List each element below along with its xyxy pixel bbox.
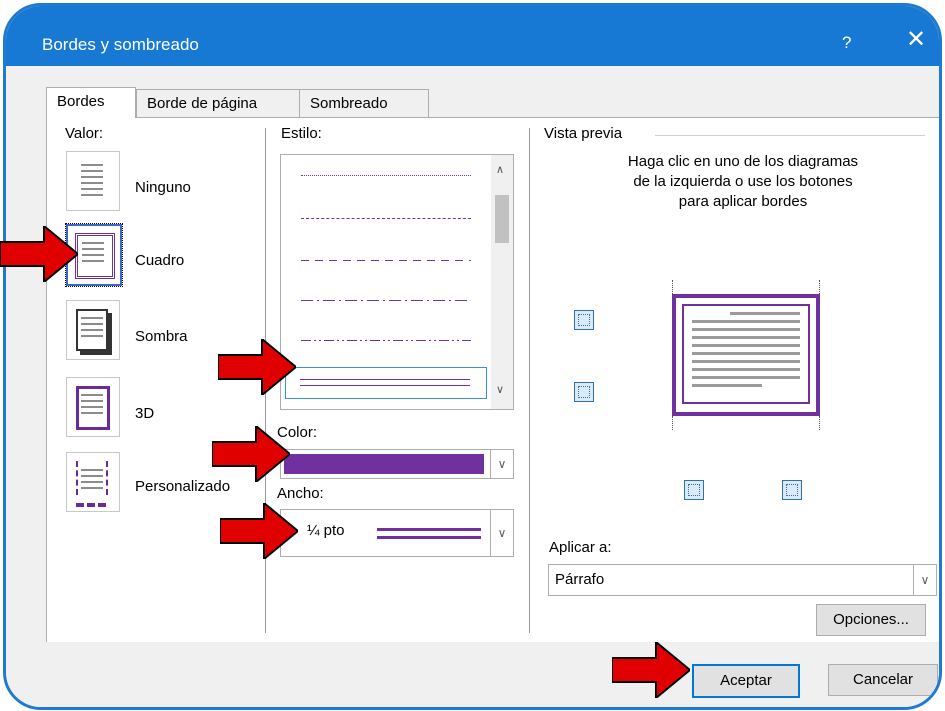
right-border-button[interactable]: [782, 480, 802, 500]
apply-to-value: Párrafo: [555, 571, 605, 588]
cancel-button[interactable]: Cancelar: [828, 664, 938, 696]
tab-borde-de-pagina[interactable]: Borde de página: [136, 89, 300, 117]
setting-personalizado-icon[interactable]: [66, 452, 120, 512]
red-arrow-color: [212, 426, 290, 482]
setting-3d-label[interactable]: 3D: [135, 405, 154, 422]
color-swatch: [284, 454, 484, 474]
width-label: Ancho:: [277, 485, 324, 502]
scroll-up-icon[interactable]: ∧: [496, 163, 504, 176]
apply-to-chevron-down-icon[interactable]: ∨: [913, 565, 936, 595]
style-list[interactable]: ∧ ∨: [280, 154, 514, 410]
width-value: ¼ pto: [307, 522, 345, 539]
tab-sombreado[interactable]: Sombreado: [299, 89, 429, 117]
preview-rule: [655, 135, 925, 136]
setting-sombra-icon[interactable]: [66, 300, 120, 360]
apply-to-label: Aplicar a:: [549, 539, 612, 556]
title-bar: Bordes y sombreado ? ✕: [6, 6, 939, 66]
style-item-dashed[interactable]: [301, 260, 471, 261]
setting-label: Valor:: [65, 125, 104, 142]
style-label: Estilo:: [281, 125, 322, 142]
style-item-dash-dot[interactable]: [301, 300, 471, 301]
bottom-border-button[interactable]: [574, 382, 594, 402]
setting-sombra-label[interactable]: Sombra: [135, 328, 188, 345]
style-item-double[interactable]: [285, 367, 487, 399]
width-chevron-down-icon[interactable]: ∨: [490, 510, 513, 556]
scroll-down-icon[interactable]: ∨: [496, 383, 504, 396]
width-dropdown[interactable]: ¼ pto ∨: [280, 509, 514, 557]
close-button[interactable]: ✕: [906, 28, 926, 52]
dialog-footer: Aceptar Cancelar: [6, 642, 939, 707]
color-chevron-down-icon[interactable]: ∨: [490, 450, 513, 478]
dialog-title: Bordes y sombreado: [42, 35, 199, 54]
setting-ninguno-label[interactable]: Ninguno: [135, 179, 191, 196]
setting-cuadro-label[interactable]: Cuadro: [135, 252, 184, 269]
scroll-thumb[interactable]: [495, 195, 509, 243]
ok-button[interactable]: Aceptar: [692, 664, 800, 698]
style-item-dash-dot-dot[interactable]: [301, 340, 471, 341]
left-border-button[interactable]: [684, 480, 704, 500]
tab-bordes[interactable]: Bordes: [46, 87, 136, 118]
width-line-sample: [377, 528, 481, 539]
top-border-button[interactable]: [574, 310, 594, 330]
preview-label: Vista previa: [544, 125, 623, 142]
style-item-dotted[interactable]: [301, 175, 471, 176]
style-list-scrollbar[interactable]: ∧ ∨: [491, 155, 513, 409]
dialog-window: Bordes y sombreado ? ✕ Bordes Borde de p…: [3, 3, 942, 710]
options-button[interactable]: Opciones...: [816, 604, 926, 636]
color-dropdown[interactable]: ∨: [280, 449, 514, 479]
red-arrow-width: [220, 503, 298, 559]
red-arrow-ok: [612, 642, 690, 698]
red-arrow-style: [218, 339, 296, 395]
preview-area[interactable]: [672, 280, 820, 430]
preview-instructions: Haga clic en uno de los diagramas de la …: [627, 153, 859, 210]
help-button[interactable]: ?: [842, 33, 851, 53]
apply-to-dropdown[interactable]: Párrafo ∨: [548, 564, 937, 596]
red-arrow-cuadro: [0, 226, 78, 282]
setting-ninguno-icon[interactable]: [66, 151, 120, 211]
column-divider-right: [529, 128, 530, 633]
setting-3d-icon[interactable]: [66, 377, 120, 437]
style-item-dashed-small[interactable]: [301, 218, 471, 219]
